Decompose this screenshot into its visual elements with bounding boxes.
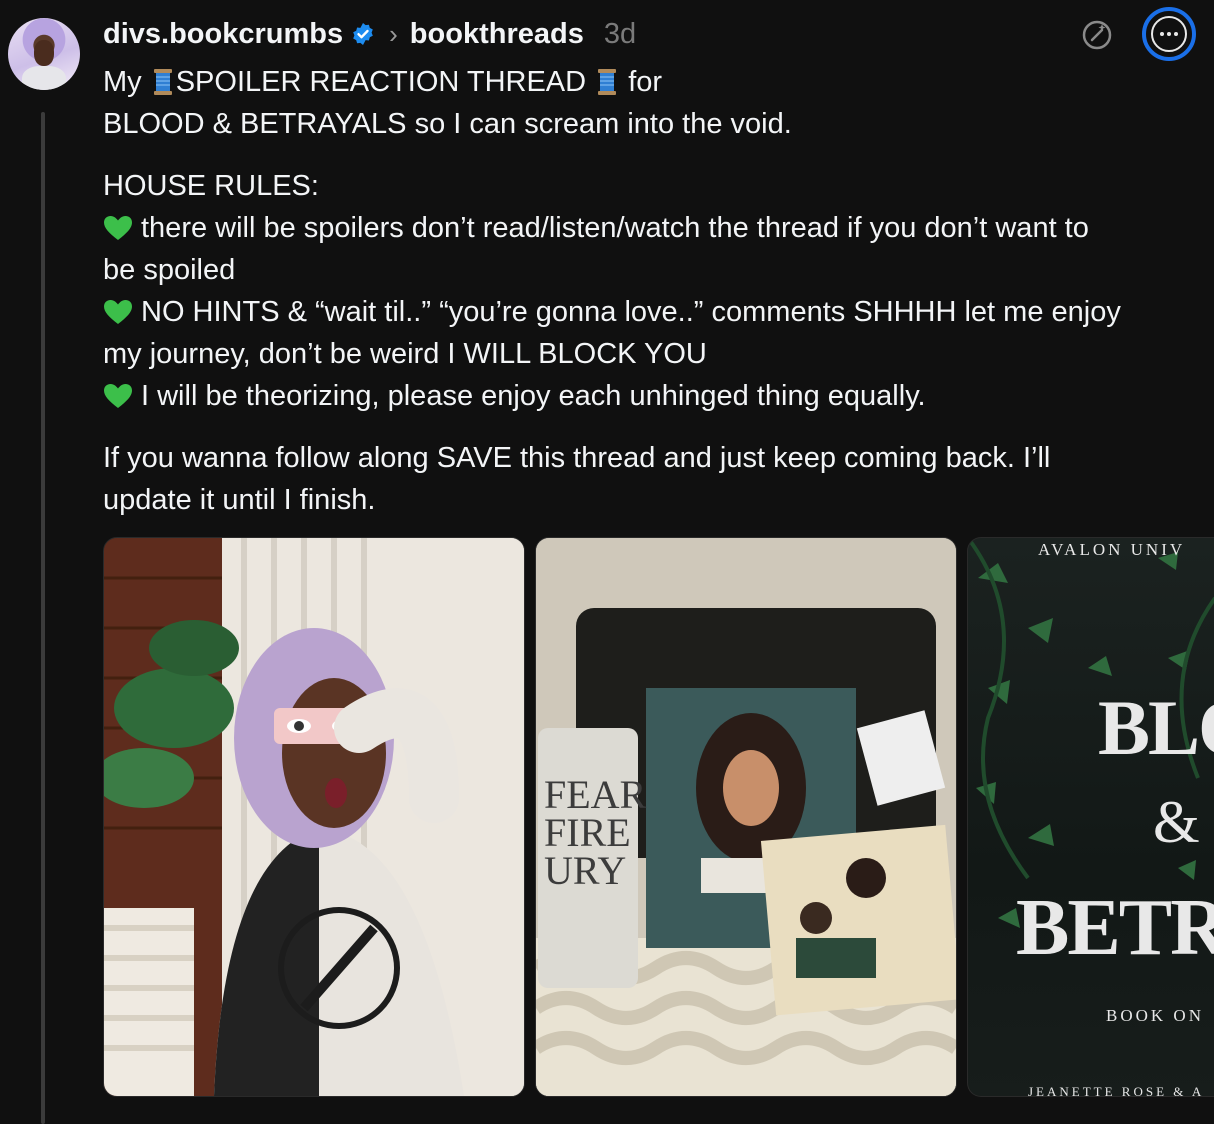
post-image-3[interactable]: AVALON UNIV BLOO & BETRA BOOK ON JEANETT… [967,537,1214,1097]
chevron-right-icon: › [389,18,398,49]
timestamp: 3d [603,17,637,50]
post-line-1: My SPOILER REACTION THREAD for [103,66,663,98]
post-image-2[interactable]: FEAR FIRE URY [535,537,957,1097]
post-image-1[interactable] [103,537,525,1097]
cover-title-2: BETRA [1016,884,1214,972]
cover-title-1: BLOO [1098,684,1214,771]
spool-icon [597,66,617,95]
post-header: divs.bookcrumbs › bookthreads 3d [103,14,636,54]
rule-1-cont: be spoiled [103,254,236,286]
rule-3: I will be theorizing, please enjoy each … [103,375,1193,417]
more-icon [1151,16,1187,52]
topic-tag[interactable]: bookthreads [410,18,584,51]
thread-line [41,112,45,1124]
green-heart-icon [104,216,132,240]
green-heart-icon [104,300,132,324]
username[interactable]: divs.bookcrumbs [103,18,343,51]
rule-2-cont: my journey, don’t be weird I WILL BLOCK … [103,338,707,370]
cover-series: AVALON UNIV [1038,540,1186,559]
follow-line-1: If you wanna follow along SAVE this thre… [103,442,1051,474]
tumbler-text: FEAR FIRE URY [544,772,647,893]
rules-heading: HOUSE RULES: [103,170,319,202]
cover-author: JEANETTE ROSE & A [1028,1084,1205,1097]
rule-1: there will be spoilers don’t read/listen… [103,207,1193,249]
post-line-2: BLOOD & BETRAYALS so I can scream into t… [103,108,792,140]
photo-person [104,538,524,1096]
more-button[interactable] [1142,7,1196,61]
avatar[interactable] [8,18,80,90]
spool-icon [153,66,173,95]
avatar-body [22,66,66,90]
follow-line-2: update it until I finish. [103,484,376,516]
cover-ampersand: & [1153,789,1203,855]
rule-2: NO HINTS & “wait til..” “you’re gonna lo… [103,291,1193,333]
cover-book-number: BOOK ON [1106,1006,1204,1025]
ai-sparkle-icon[interactable] [1080,18,1114,52]
avatar-face [34,40,54,66]
verified-badge-icon [353,23,373,45]
green-heart-icon [104,384,132,408]
